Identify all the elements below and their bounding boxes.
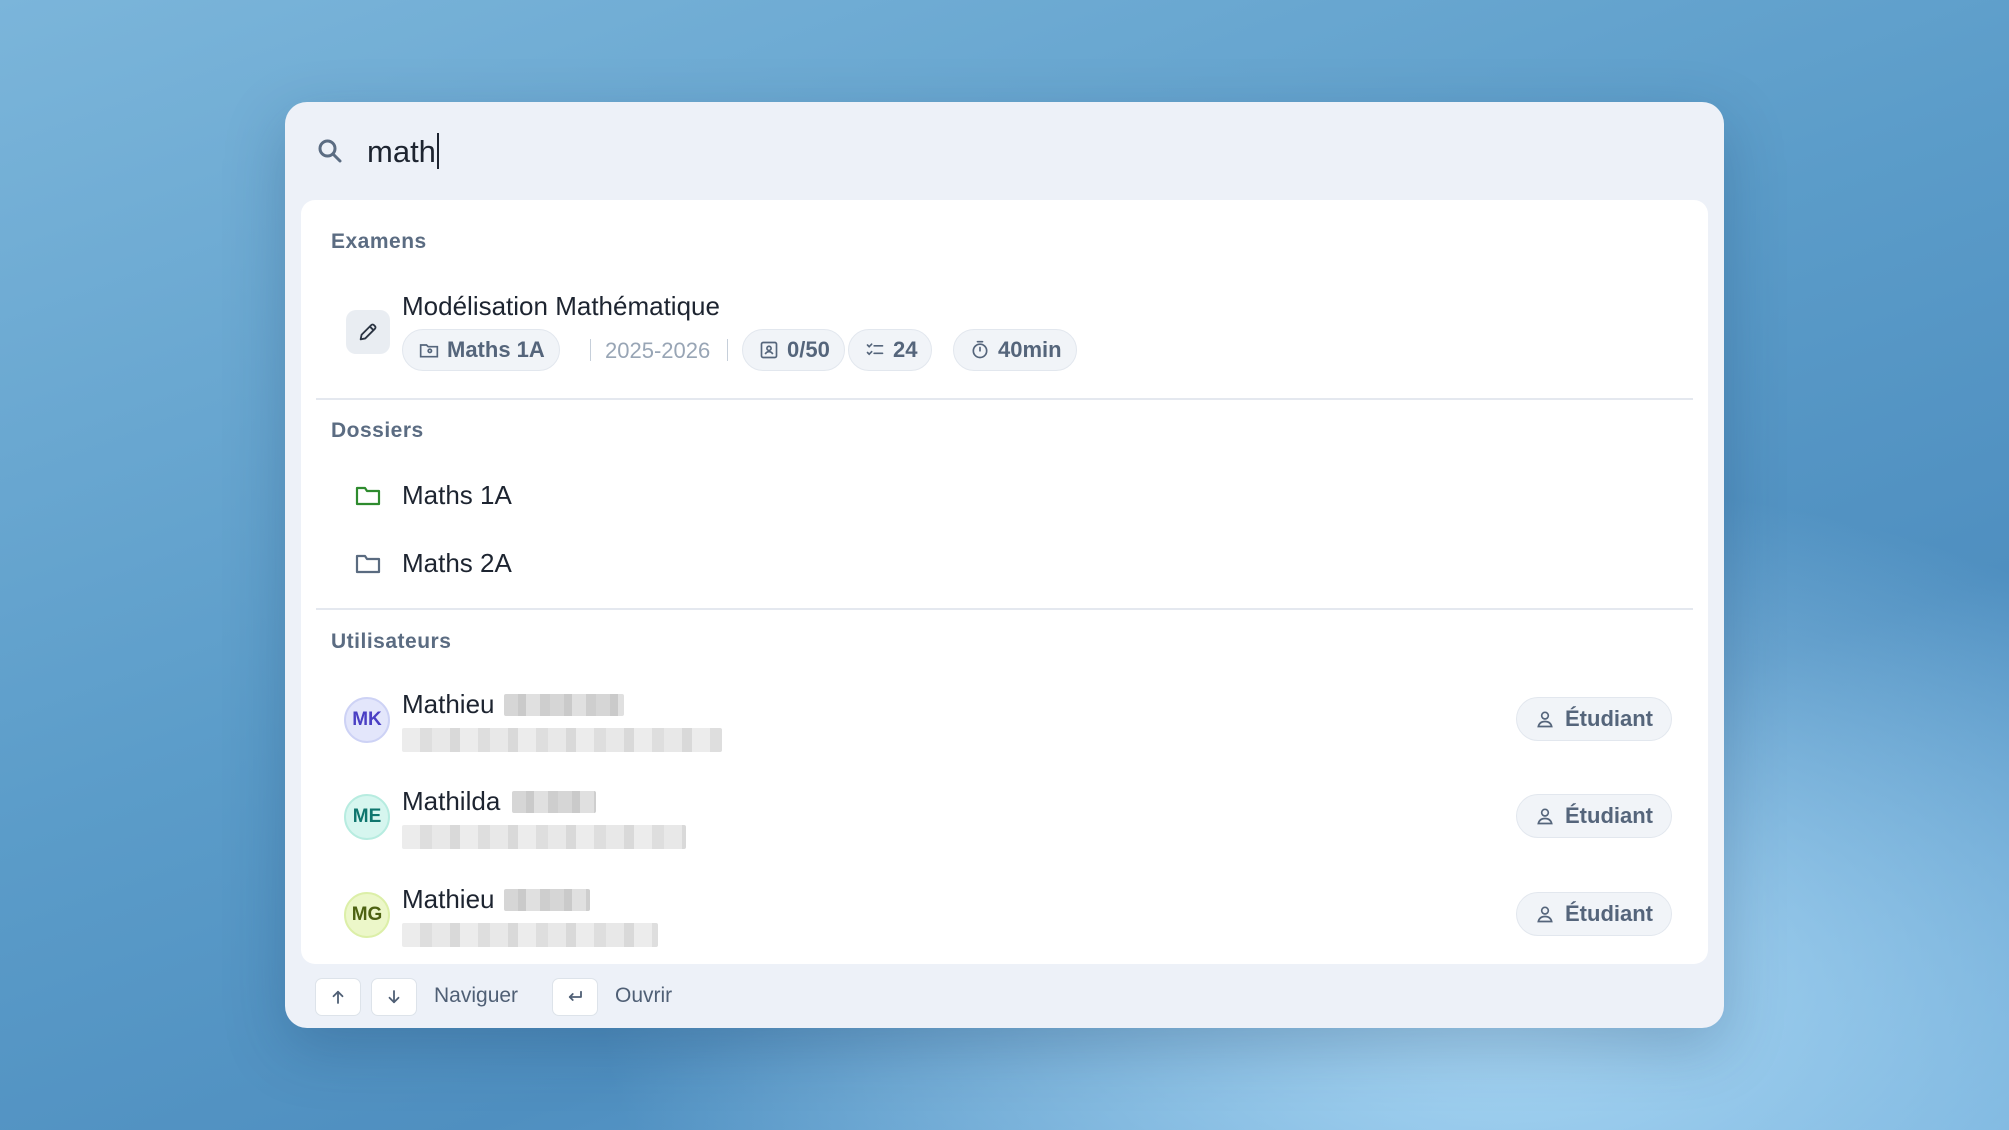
timer-icon: [972, 340, 988, 359]
folder-label: Maths 2A: [402, 548, 512, 578]
avatar: MG: [344, 892, 390, 938]
search-icon: [318, 139, 342, 163]
open-label: Ouvrir: [615, 984, 673, 1007]
role-label: Étudiant: [1565, 901, 1653, 926]
role-label: Étudiant: [1565, 706, 1653, 731]
section-title-folders: Dossiers: [331, 419, 424, 442]
redacted-last-name: [512, 791, 596, 813]
search-query: math: [367, 134, 436, 169]
arrow-down-key: [371, 978, 417, 1016]
search-input[interactable]: math: [367, 130, 439, 174]
exam-copies-chip: 0/50: [742, 329, 845, 371]
user-first-name: Mathilda: [402, 786, 501, 816]
command-palette: math Examens Modélisation Mathématique M…: [285, 102, 1724, 1028]
role-badge: Étudiant: [1516, 697, 1672, 741]
folder-user-icon: [419, 344, 439, 358]
avatar: MK: [344, 697, 390, 743]
avatar: ME: [344, 794, 390, 840]
exam-folder-label: Maths 1A: [447, 337, 545, 362]
redacted-email: [402, 923, 658, 947]
role-badge: Étudiant: [1516, 794, 1672, 838]
arrow-up-icon: [332, 990, 344, 1004]
redacted-email: [402, 825, 686, 849]
folder-icon: [355, 554, 381, 574]
folder-label: Maths 1A: [402, 480, 512, 510]
user-icon: [1537, 808, 1553, 825]
section-divider: [316, 608, 1693, 610]
arrow-up-key: [315, 978, 361, 1016]
enter-key: [552, 978, 598, 1016]
role-badge: Étudiant: [1516, 892, 1672, 936]
exam-questions-label: 24: [893, 337, 918, 362]
results-panel: Examens Modélisation Mathématique Maths …: [301, 200, 1708, 964]
exam-copies-label: 0/50: [787, 337, 830, 362]
user-icon: [1537, 711, 1553, 728]
redacted-email: [402, 728, 722, 752]
enter-icon: [568, 990, 582, 1001]
separator: [727, 339, 728, 361]
exam-duration-chip: 40min: [953, 329, 1077, 371]
exam-folder-chip: Maths 1A: [402, 329, 560, 371]
section-title-users: Utilisateurs: [331, 630, 452, 653]
search-bar[interactable]: math: [285, 102, 1724, 200]
checklist-icon: [866, 343, 884, 356]
section-divider: [316, 398, 1693, 400]
exam-duration-label: 40min: [998, 337, 1062, 362]
folder-icon: [355, 486, 381, 506]
text-caret: [436, 133, 439, 169]
user-icon: [1537, 906, 1553, 923]
exam-year: 2025-2026: [605, 338, 711, 363]
exam-questions-chip: 24: [848, 329, 933, 371]
user-first-name: Mathieu: [402, 884, 495, 914]
role-label: Étudiant: [1565, 803, 1653, 828]
separator: [590, 339, 591, 361]
contact-card-icon: [760, 341, 778, 359]
section-title-exams: Examens: [331, 230, 427, 253]
pencil-icon: [359, 323, 377, 341]
redacted-last-name: [504, 694, 624, 716]
pencil-icon-box: [346, 310, 390, 354]
keyboard-hints: Naviguer Ouvrir: [285, 964, 1724, 1028]
arrow-down-icon: [388, 990, 400, 1004]
exam-title: Modélisation Mathématique: [402, 291, 720, 321]
redacted-last-name: [504, 889, 590, 911]
user-first-name: Mathieu: [402, 689, 495, 719]
navigate-label: Naviguer: [434, 984, 519, 1007]
